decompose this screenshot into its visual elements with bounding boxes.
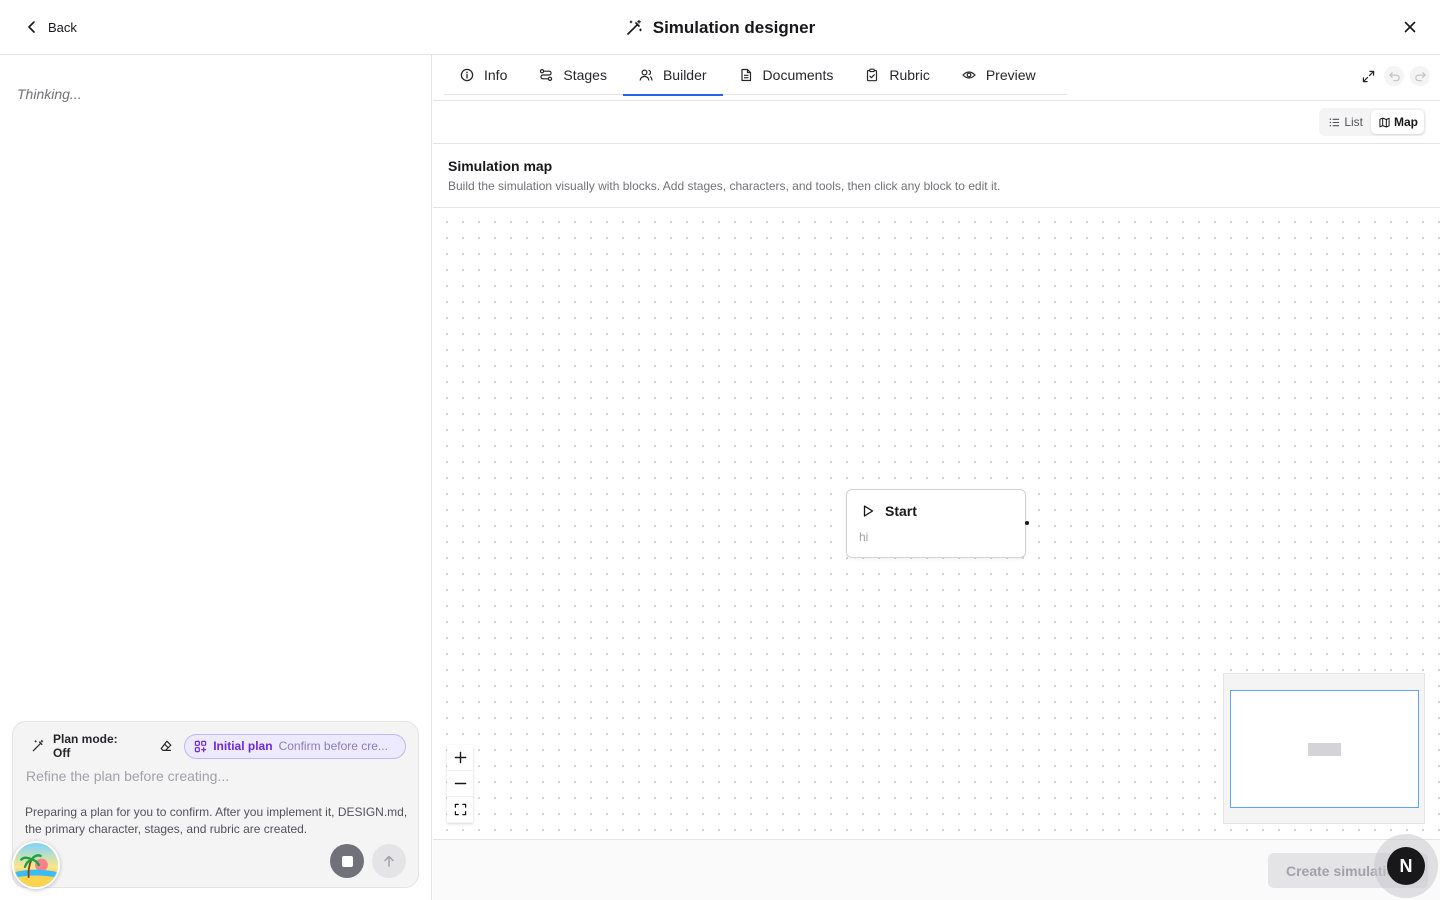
- tab-rubric[interactable]: Rubric: [849, 55, 945, 95]
- zoom-out-button[interactable]: [447, 771, 473, 797]
- users-icon: [639, 69, 653, 81]
- grid-plus-icon: [195, 740, 207, 752]
- undo-button[interactable]: [1384, 66, 1404, 86]
- plan-chip-label: Initial plan: [213, 739, 273, 753]
- chat-composer: Plan mode: Off Initial plan Confirm befo…: [12, 721, 419, 888]
- redo-button[interactable]: [1410, 66, 1430, 86]
- tab-preview[interactable]: Preview: [946, 55, 1052, 95]
- beach-avatar-icon: [14, 843, 58, 887]
- stop-icon: [341, 855, 353, 867]
- undo-icon: [1388, 71, 1400, 81]
- designer-tabs: Info Stages Builder Documents Rubric Pre…: [444, 55, 1067, 96]
- eye-icon: [961, 71, 976, 79]
- map-icon: [1379, 117, 1390, 127]
- map-header: Simulation map Build the simulation visu…: [433, 144, 1440, 208]
- assistant-bubble: N: [1374, 834, 1438, 898]
- play-icon: [863, 505, 874, 517]
- initial-plan-chip[interactable]: Initial plan Confirm before cre...: [184, 733, 406, 759]
- plus-icon: [454, 751, 466, 764]
- tab-documents[interactable]: Documents: [723, 55, 850, 95]
- map-view-button[interactable]: Map: [1371, 110, 1424, 134]
- list-icon: [1329, 118, 1340, 126]
- fit-view-button[interactable]: [447, 797, 473, 823]
- node-output-handle[interactable]: [1025, 521, 1029, 525]
- page-title-text: Simulation designer: [652, 18, 816, 37]
- zoom-controls: [447, 745, 473, 823]
- footer-bar: Create simulation: [433, 839, 1440, 900]
- magic-wand-icon: [32, 739, 44, 752]
- composer-note: Preparing a plan for you to confirm. Aft…: [25, 805, 408, 836]
- map-description: Build the simulation visually with block…: [448, 179, 1001, 193]
- tab-label: Stages: [563, 67, 607, 83]
- tab-info[interactable]: Info: [444, 55, 523, 95]
- top-header: Back Simulation designer: [0, 0, 1440, 55]
- chat-panel: Thinking... Plan mode: Off Initial plan …: [0, 55, 432, 900]
- tab-stages[interactable]: Stages: [523, 55, 623, 95]
- map-title: Simulation map: [448, 158, 553, 174]
- plan-mode-toggle[interactable]: Plan mode: Off: [31, 732, 138, 760]
- tab-label: Documents: [762, 67, 834, 83]
- list-view-button[interactable]: List: [1321, 110, 1369, 134]
- stages-icon: [540, 69, 553, 81]
- minimap-node: [1308, 743, 1341, 756]
- simulation-canvas[interactable]: Start hi: [433, 208, 1440, 839]
- view-toggle: List Map: [1319, 108, 1426, 136]
- minimap-viewport[interactable]: [1230, 690, 1419, 808]
- map-view-label: Map: [1394, 115, 1418, 129]
- minus-icon: [454, 782, 466, 785]
- minimap[interactable]: [1223, 673, 1425, 824]
- view-bar: List Map: [433, 100, 1440, 144]
- composer-toolbar: Plan mode: Off Initial plan Confirm befo…: [31, 732, 406, 760]
- info-icon: [460, 68, 474, 82]
- magic-wand-icon: [626, 19, 642, 35]
- expand-button[interactable]: [1358, 66, 1378, 86]
- document-icon: [740, 68, 751, 82]
- send-button[interactable]: [372, 844, 406, 878]
- stop-button[interactable]: [330, 844, 364, 878]
- plan-mode-label: Plan mode: Off: [52, 732, 118, 760]
- tab-label: Info: [484, 67, 508, 83]
- designer-panel: Info Stages Builder Documents Rubric Pre…: [433, 55, 1440, 900]
- page-title: Simulation designer: [0, 16, 1440, 40]
- editor-tools: [1358, 66, 1430, 86]
- thinking-status: Thinking...: [17, 86, 82, 102]
- redo-icon: [1414, 71, 1426, 81]
- eraser-icon: [160, 740, 172, 751]
- list-view-label: List: [1344, 115, 1363, 129]
- user-avatar[interactable]: [12, 841, 60, 889]
- assistant-button[interactable]: N: [1387, 847, 1425, 885]
- clipboard-icon: [867, 68, 878, 82]
- clear-button[interactable]: [158, 738, 174, 754]
- close-icon: [1404, 21, 1416, 33]
- tab-label: Builder: [662, 67, 707, 83]
- plan-chip-subtitle: Confirm before cre...: [278, 739, 388, 753]
- arrow-up-icon: [384, 855, 394, 867]
- fit-view-icon: [454, 803, 466, 816]
- tab-label: Preview: [985, 67, 1036, 83]
- expand-icon: [1362, 70, 1374, 82]
- tab-builder[interactable]: Builder: [622, 55, 723, 96]
- node-title: Start: [885, 503, 917, 519]
- zoom-in-button[interactable]: [447, 745, 473, 771]
- tab-label: Rubric: [889, 67, 930, 83]
- close-button[interactable]: [1400, 17, 1420, 37]
- chat-input[interactable]: [26, 765, 396, 787]
- start-node[interactable]: Start hi: [846, 489, 1029, 558]
- node-header: Start: [861, 503, 917, 519]
- node-subtitle: hi: [859, 530, 869, 544]
